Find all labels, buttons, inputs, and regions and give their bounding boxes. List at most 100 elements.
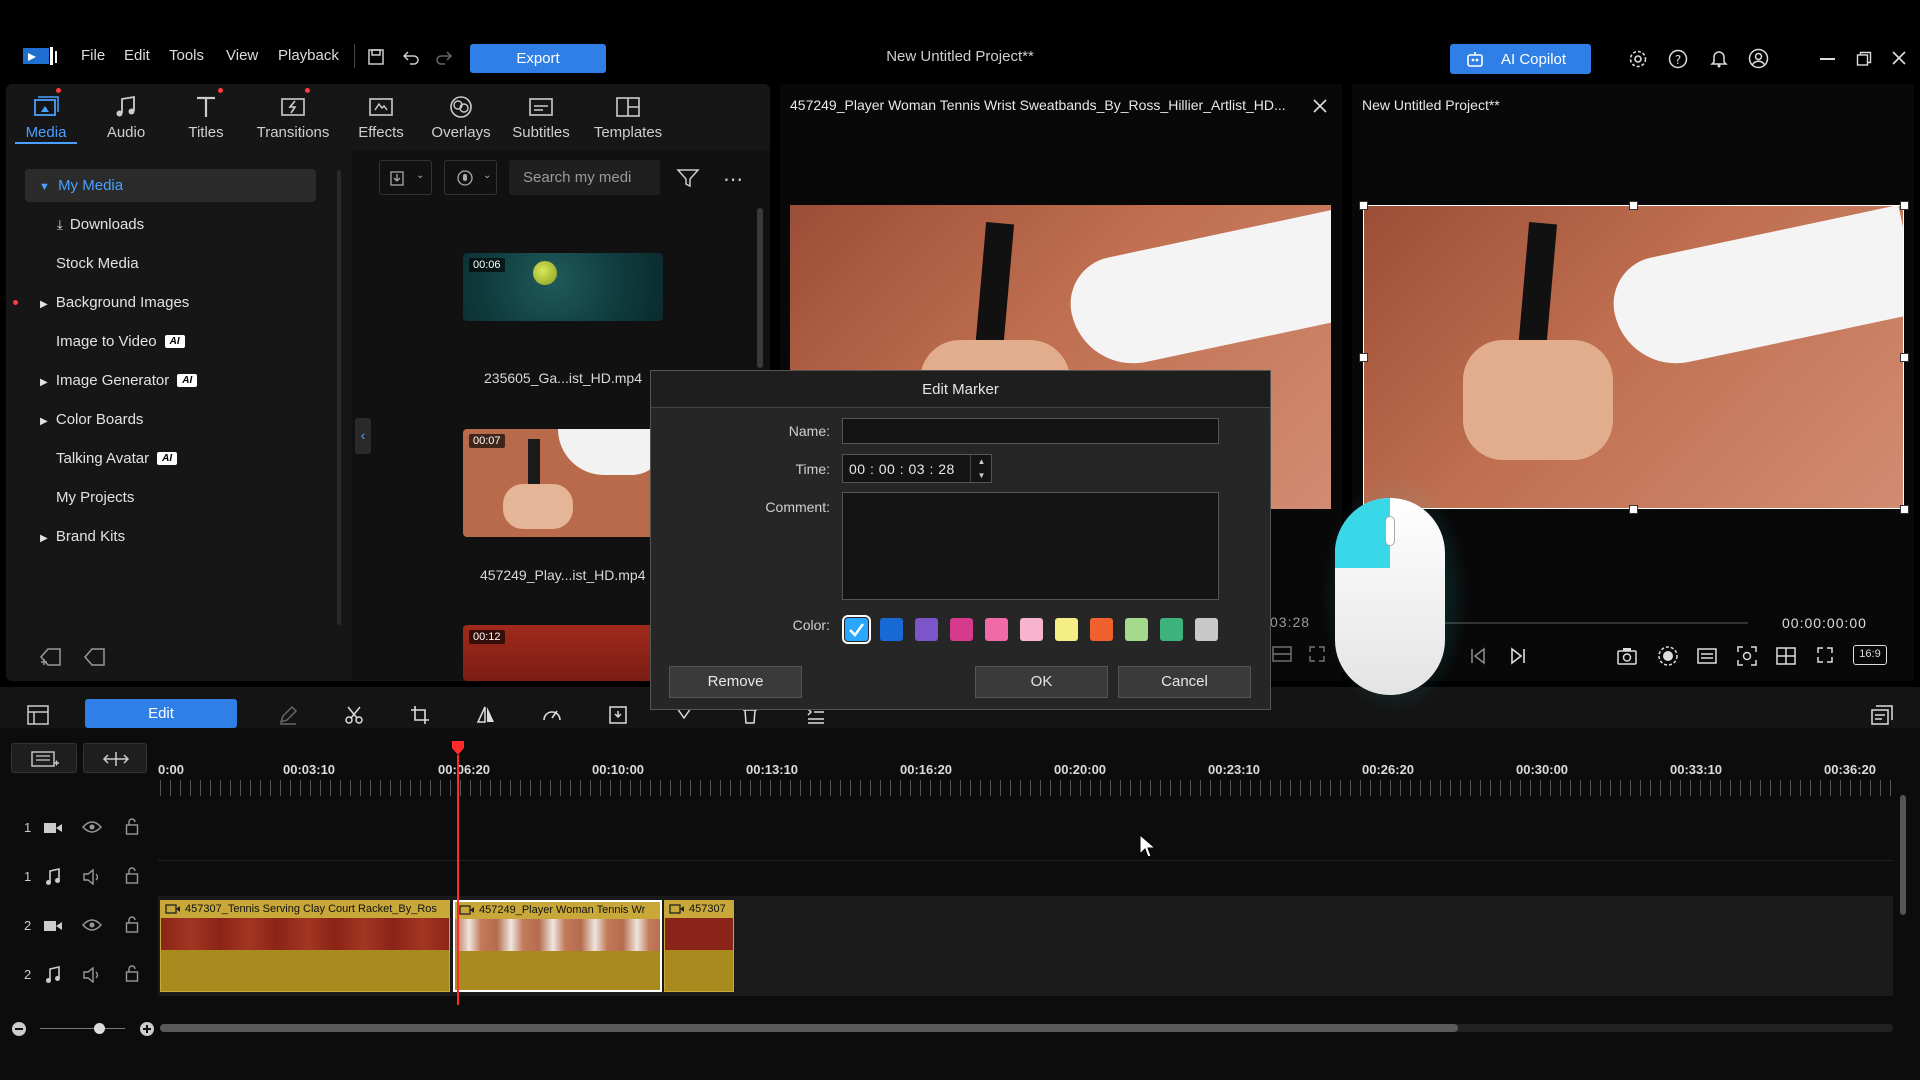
account-icon[interactable]	[1748, 48, 1769, 69]
export-button[interactable]: Export	[470, 44, 606, 73]
tab-templates[interactable]: Templates	[588, 92, 668, 141]
add-track-button[interactable]	[11, 743, 77, 773]
visibility-eye-icon[interactable]	[82, 918, 102, 932]
color-swatch[interactable]	[1195, 618, 1218, 641]
fit-timeline-button[interactable]	[83, 743, 147, 773]
speaker-volume-icon[interactable]	[82, 967, 102, 983]
zoom-slider-handle[interactable]	[94, 1023, 105, 1034]
tree-item-background-images[interactable]: ▶ Background Images	[40, 294, 189, 311]
visibility-eye-icon[interactable]	[82, 820, 102, 834]
minimize-icon[interactable]	[1820, 58, 1835, 60]
settings-gear-icon[interactable]	[1628, 49, 1648, 69]
next-frame-icon[interactable]	[1507, 646, 1529, 666]
edit-mode-button[interactable]: Edit	[85, 699, 237, 728]
zoom-out-icon[interactable]	[12, 1022, 26, 1036]
lock-icon[interactable]	[125, 916, 139, 933]
color-swatch[interactable]	[1055, 618, 1078, 641]
media-thumbnail[interactable]: 00:12	[463, 625, 663, 681]
resize-handle[interactable]	[1629, 505, 1638, 514]
lock-icon[interactable]	[125, 965, 139, 982]
aspect-ratio-button[interactable]: 16:9	[1853, 645, 1887, 665]
restore-icon[interactable]	[1856, 51, 1872, 67]
notification-bell-icon[interactable]	[1709, 48, 1729, 68]
collapse-panel-chevron-icon[interactable]: ‹	[355, 418, 371, 454]
zoom-in-icon[interactable]	[140, 1022, 154, 1036]
lock-icon[interactable]	[125, 867, 139, 884]
selection-box[interactable]	[1363, 205, 1904, 509]
marker-name-field[interactable]	[842, 418, 1219, 444]
menu-view[interactable]: View	[226, 47, 258, 64]
tree-item-stock-media[interactable]: Stock Media	[56, 255, 139, 272]
add-tag-icon[interactable]	[38, 646, 64, 668]
import-dropdown[interactable]: ⌄	[379, 160, 432, 195]
remove-button[interactable]: Remove	[669, 666, 802, 698]
tab-subtitles[interactable]: Subtitles	[501, 92, 581, 141]
tab-overlays[interactable]: Overlays	[421, 92, 501, 141]
resize-handle[interactable]	[1900, 505, 1909, 514]
pen-tool-icon[interactable]	[274, 703, 302, 727]
grid-layout-icon[interactable]	[1775, 646, 1797, 666]
speaker-volume-icon[interactable]	[82, 869, 102, 885]
resize-handle[interactable]	[1359, 201, 1368, 210]
color-swatch[interactable]	[985, 618, 1008, 641]
media-thumbnail[interactable]: 00:06	[463, 253, 663, 321]
tree-item-brand-kits[interactable]: ▶ Brand Kits	[40, 528, 125, 545]
timeline-settings-icon[interactable]	[24, 703, 52, 727]
media-scrollbar[interactable]	[757, 208, 763, 368]
tree-item-color-boards[interactable]: ▶ Color Boards	[40, 411, 143, 428]
split-scissors-icon[interactable]	[340, 703, 368, 727]
zoom-slider-track[interactable]	[40, 1028, 125, 1029]
close-window-icon[interactable]	[1891, 50, 1907, 66]
menu-tools[interactable]: Tools	[169, 47, 204, 64]
render-preview-icon[interactable]	[1657, 645, 1679, 667]
filter-icon[interactable]	[676, 168, 700, 188]
tree-item-downloads[interactable]: ⤓ Downloads	[57, 216, 144, 233]
time-decrement-icon[interactable]: ▼	[970, 469, 992, 482]
subtitle-preview-icon[interactable]	[1696, 646, 1718, 666]
timeline-clip[interactable]: 457307	[664, 900, 734, 992]
timeline-vertical-scrollbar[interactable]	[1900, 795, 1906, 915]
color-swatch[interactable]	[950, 618, 973, 641]
timeline-layout-icon[interactable]	[1868, 703, 1896, 727]
tree-item-my-projects[interactable]: My Projects	[56, 489, 134, 506]
more-options-icon[interactable]: ⋯	[723, 167, 744, 192]
zoom-fit-icon[interactable]	[1736, 645, 1758, 667]
ok-button[interactable]: OK	[975, 666, 1108, 698]
record-dropdown[interactable]: ⌄	[444, 160, 497, 195]
help-icon[interactable]: ?	[1668, 49, 1688, 69]
snapshot-camera-icon[interactable]	[1616, 646, 1638, 666]
menu-file[interactable]: File	[81, 47, 105, 64]
resize-handle[interactable]	[1629, 201, 1638, 210]
resize-handle[interactable]	[1900, 353, 1909, 362]
timeline-clip[interactable]: 457307_Tennis Serving Clay Court Racket_…	[160, 900, 450, 992]
flip-icon[interactable]	[472, 703, 500, 727]
color-swatch[interactable]	[1090, 618, 1113, 641]
cancel-button[interactable]: Cancel	[1118, 666, 1251, 698]
playhead-marker-icon[interactable]	[451, 740, 465, 756]
color-swatch[interactable]	[842, 615, 871, 644]
color-swatch[interactable]	[880, 618, 903, 641]
media-thumbnail[interactable]: 00:07	[463, 429, 663, 537]
tab-media[interactable]: Media	[6, 92, 86, 141]
program-scrubber[interactable]	[1445, 622, 1748, 624]
close-preview-icon[interactable]	[1312, 98, 1328, 114]
tab-transitions[interactable]: Transitions	[253, 92, 333, 141]
tab-titles[interactable]: Titles	[166, 92, 246, 141]
tab-effects[interactable]: Effects	[341, 92, 421, 141]
fullscreen-icon[interactable]	[1815, 645, 1835, 665]
color-swatch[interactable]	[1160, 618, 1183, 641]
save-icon[interactable]	[367, 48, 385, 66]
color-swatch[interactable]	[1020, 618, 1043, 641]
speed-icon[interactable]	[538, 703, 566, 727]
menu-edit[interactable]: Edit	[124, 47, 150, 64]
tag-icon[interactable]	[82, 646, 108, 668]
tab-audio[interactable]: Audio	[86, 92, 166, 141]
color-swatch[interactable]	[1125, 618, 1148, 641]
resize-handle[interactable]	[1359, 353, 1368, 362]
redo-icon[interactable]	[435, 49, 453, 65]
split-view-icon[interactable]	[1272, 645, 1292, 663]
previous-frame-icon[interactable]	[1467, 646, 1489, 666]
tree-scrollbar[interactable]	[337, 170, 341, 625]
timeline-clip-selected[interactable]: 457249_Player Woman Tennis Wr	[453, 900, 662, 992]
timeline-horizontal-scrollbar[interactable]	[160, 1024, 1458, 1032]
